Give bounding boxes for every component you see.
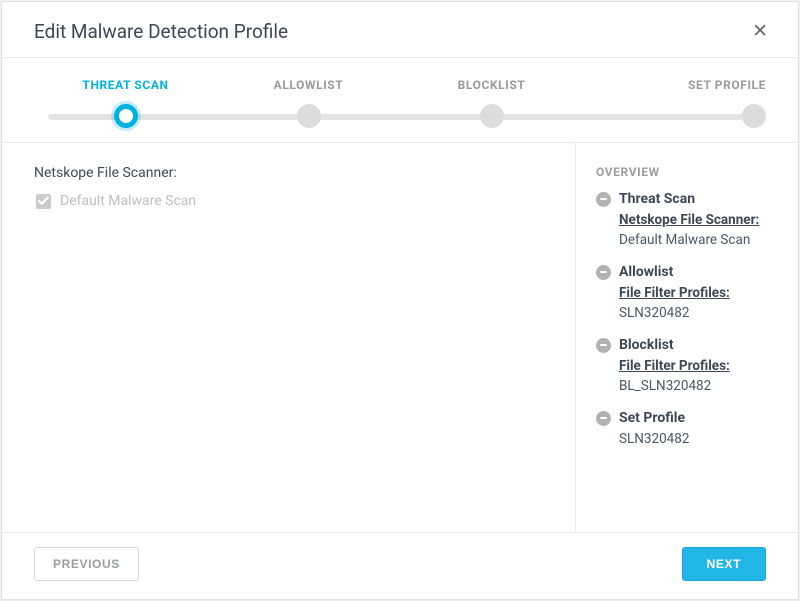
- modal-body: Netskope File Scanner: Default Malware S…: [2, 143, 798, 532]
- step-label: ALLOWLIST: [274, 78, 344, 92]
- collapse-minus-icon: [596, 265, 611, 280]
- overview-sub-value: Default Malware Scan: [619, 232, 750, 248]
- overview-group-title: Allowlist: [619, 264, 673, 280]
- modal-title: Edit Malware Detection Profile: [34, 20, 288, 43]
- collapse-minus-icon: [596, 192, 611, 207]
- overview-group-allowlist: Allowlist File Filter Profiles: SLN32048…: [596, 264, 780, 323]
- step-label: BLOCKLIST: [458, 78, 526, 92]
- overview-sub-label: File Filter Profiles:: [619, 284, 780, 304]
- overview-sub-value: SLN320482: [619, 305, 689, 321]
- overview-row[interactable]: Set Profile: [596, 410, 780, 426]
- step-allowlist[interactable]: ALLOWLIST: [217, 78, 400, 128]
- step-label: SET PROFILE: [688, 78, 766, 92]
- wizard-stepper: THREAT SCAN ALLOWLIST BLOCKLIST SET PROF…: [2, 58, 798, 143]
- overview-group-detail: Netskope File Scanner: Default Malware S…: [619, 211, 780, 250]
- previous-button[interactable]: PREVIOUS: [34, 547, 139, 581]
- overview-sub-value: BL_SLN320482: [619, 378, 711, 394]
- checkbox-checked-disabled-icon: [36, 194, 51, 209]
- modal-dialog: Edit Malware Detection Profile ✕ THREAT …: [1, 1, 799, 600]
- overview-row[interactable]: Allowlist: [596, 264, 780, 280]
- modal-footer: PREVIOUS NEXT: [2, 532, 798, 599]
- overview-group-set-profile: Set Profile SLN320482: [596, 410, 780, 450]
- default-malware-scan-checkbox: Default Malware Scan: [34, 193, 551, 209]
- overview-group-detail: File Filter Profiles: BL_SLN320482: [619, 357, 780, 396]
- modal-header: Edit Malware Detection Profile ✕: [2, 2, 798, 58]
- step-blocklist[interactable]: BLOCKLIST: [400, 78, 583, 128]
- overview-row[interactable]: Threat Scan: [596, 191, 780, 207]
- overview-title: OVERVIEW: [596, 165, 780, 179]
- overview-group-title: Set Profile: [619, 410, 685, 426]
- next-button[interactable]: NEXT: [682, 547, 766, 581]
- overview-panel: OVERVIEW Threat Scan Netskope File Scann…: [576, 143, 798, 532]
- step-circle-icon: [114, 104, 138, 128]
- collapse-minus-icon: [596, 411, 611, 426]
- overview-sub-label: Netskope File Scanner:: [619, 211, 780, 231]
- main-panel: Netskope File Scanner: Default Malware S…: [2, 143, 576, 532]
- overview-group-detail: SLN320482: [619, 430, 780, 450]
- overview-sub-label: File Filter Profiles:: [619, 357, 780, 377]
- overview-sub-value: SLN320482: [619, 431, 689, 447]
- overview-group-blocklist: Blocklist File Filter Profiles: BL_SLN32…: [596, 337, 780, 396]
- collapse-minus-icon: [596, 338, 611, 353]
- step-circle-icon: [742, 104, 766, 128]
- close-icon: ✕: [752, 21, 768, 42]
- checkbox-label: Default Malware Scan: [60, 193, 196, 209]
- overview-group-threat-scan: Threat Scan Netskope File Scanner: Defau…: [596, 191, 780, 250]
- section-heading: Netskope File Scanner:: [34, 165, 551, 181]
- overview-group-title: Threat Scan: [619, 191, 695, 207]
- overview-group-detail: File Filter Profiles: SLN320482: [619, 284, 780, 323]
- step-circle-icon: [480, 104, 504, 128]
- overview-row[interactable]: Blocklist: [596, 337, 780, 353]
- overview-group-title: Blocklist: [619, 337, 674, 353]
- step-set-profile[interactable]: SET PROFILE: [583, 78, 766, 128]
- step-label: THREAT SCAN: [82, 78, 168, 92]
- step-threat-scan[interactable]: THREAT SCAN: [34, 78, 217, 128]
- close-button[interactable]: ✕: [746, 20, 774, 43]
- step-circle-icon: [297, 104, 321, 128]
